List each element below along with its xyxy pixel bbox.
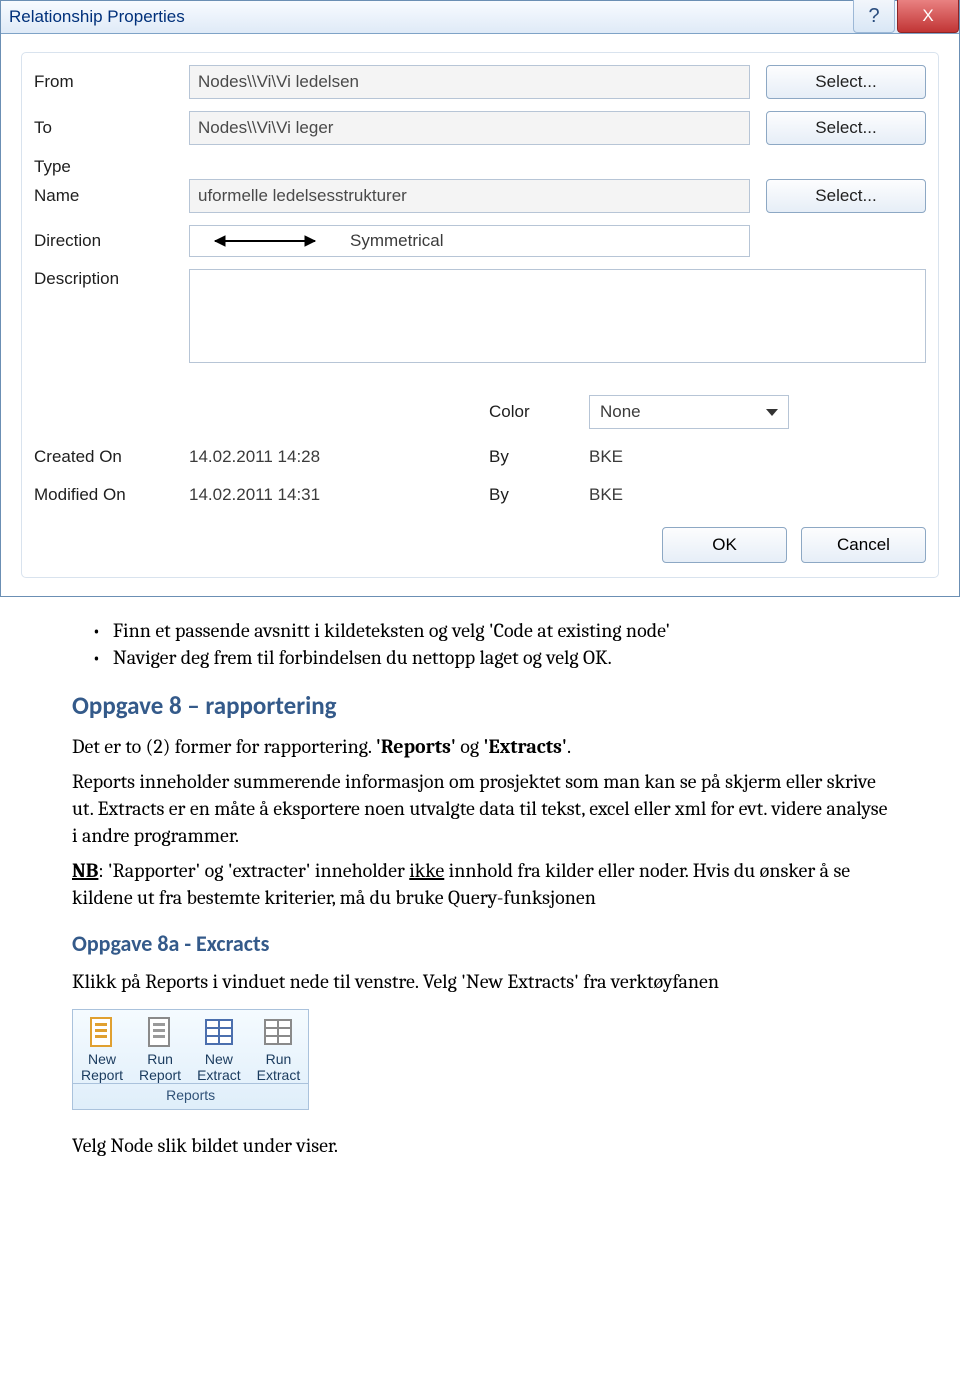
direction-value: Symmetrical: [340, 231, 444, 251]
direction-label: Direction: [34, 231, 189, 251]
paragraph: Det er to (2) former for rapportering. '…: [72, 733, 888, 760]
from-label: From: [34, 72, 189, 92]
ribbon-run-extract[interactable]: RunExtract: [249, 1010, 309, 1083]
created-by-label: By: [489, 447, 589, 467]
paragraph: Reports inneholder summerende informasjo…: [72, 768, 888, 849]
created-on-value: 14.02.2011 14:28: [189, 447, 489, 467]
new-report-icon: [84, 1014, 120, 1050]
to-label: To: [34, 118, 189, 138]
heading-oppgave8: Oppgave 8 – rapportering: [72, 689, 888, 723]
modified-by-label: By: [489, 485, 589, 505]
created-on-label: Created On: [34, 447, 189, 467]
titlebar[interactable]: Relationship Properties ? X: [1, 1, 959, 34]
heading-oppgave8a: Oppgave 8a - Excracts: [72, 929, 888, 959]
description-textarea[interactable]: [189, 269, 926, 363]
help-icon[interactable]: ?: [853, 0, 895, 33]
modified-by-value: BKE: [589, 485, 926, 505]
ok-button[interactable]: OK: [662, 527, 787, 563]
select-from-button[interactable]: Select...: [766, 65, 926, 99]
ribbon-group-label: Reports: [73, 1084, 308, 1109]
double-arrow-icon: [190, 232, 340, 250]
from-input[interactable]: [189, 65, 750, 99]
paragraph: Velg Node slik bildet under viser.: [72, 1132, 888, 1159]
type-label: Type: [34, 157, 189, 177]
chevron-down-icon: [766, 409, 778, 416]
run-extract-icon: [260, 1014, 296, 1050]
document-content: Finn et passende avsnitt i kildeteksten …: [0, 617, 960, 1197]
color-value: None: [600, 402, 641, 422]
select-type-button[interactable]: Select...: [766, 179, 926, 213]
name-label: Name: [34, 186, 189, 206]
dialog-footer: OK Cancel: [34, 527, 926, 563]
description-label: Description: [34, 269, 189, 289]
new-extract-icon: [201, 1014, 237, 1050]
cancel-button[interactable]: Cancel: [801, 527, 926, 563]
close-icon[interactable]: X: [897, 0, 959, 33]
color-combobox[interactable]: None: [589, 395, 789, 429]
modified-on-value: 14.02.2011 14:31: [189, 485, 489, 505]
dialog-title: Relationship Properties: [9, 7, 185, 27]
list-item: Finn et passende avsnitt i kildeteksten …: [92, 617, 888, 644]
to-input[interactable]: [189, 111, 750, 145]
list-item: Naviger deg frem til forbindelsen du net…: [92, 644, 888, 671]
bullet-list: Finn et passende avsnitt i kildeteksten …: [72, 617, 888, 671]
titlebar-buttons: ? X: [851, 0, 959, 33]
paragraph: NB: 'Rapporter' og 'extracter' inneholde…: [72, 857, 888, 911]
relationship-properties-dialog: Relationship Properties ? X From Select.…: [0, 0, 960, 597]
paragraph: Klikk på Reports i vinduet nede til vens…: [72, 968, 888, 995]
dialog-inner: From Select... To Select... Type Name Se…: [21, 52, 939, 578]
dialog-body: From Select... To Select... Type Name Se…: [1, 34, 959, 596]
ribbon-new-extract[interactable]: NewExtract: [189, 1010, 249, 1083]
run-report-icon: [142, 1014, 178, 1050]
ribbon-run-report[interactable]: RunReport: [131, 1010, 189, 1083]
direction-display: Symmetrical: [189, 225, 750, 257]
ribbon-new-report[interactable]: NewReport: [73, 1010, 131, 1083]
modified-on-label: Modified On: [34, 485, 189, 505]
select-to-button[interactable]: Select...: [766, 111, 926, 145]
color-label: Color: [489, 402, 589, 422]
ribbon-reports-group: NewReport RunReport NewExtract: [72, 1009, 309, 1110]
created-by-value: BKE: [589, 447, 926, 467]
name-input[interactable]: [189, 179, 750, 213]
